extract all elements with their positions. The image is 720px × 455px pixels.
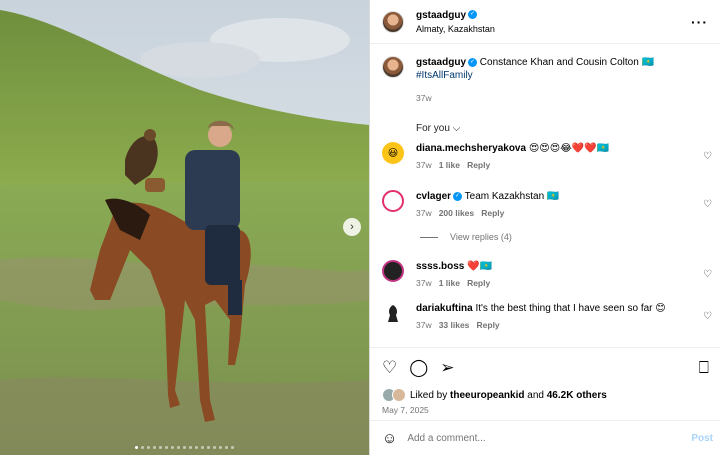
share-icon[interactable]: ➢ [440, 358, 454, 378]
like-comment-icon[interactable]: ♡ [703, 269, 712, 280]
post-location[interactable]: Almaty, Kazakhstan [416, 24, 495, 34]
comment-age: 37w [416, 278, 432, 288]
comment-input[interactable] [407, 432, 692, 444]
caption-avatar[interactable] [382, 56, 404, 78]
commenter-avatar[interactable]: 😃 [382, 142, 404, 164]
post-header: gstaadguy ✓ Almaty, Kazakhstan ··· [370, 0, 720, 44]
comment-likes[interactable]: 1 like [439, 160, 460, 170]
caption-username[interactable]: gstaadguy [416, 57, 466, 68]
like-comment-icon[interactable]: ♡ [703, 311, 712, 322]
comment-age: 37w [416, 208, 432, 218]
comment-item: dariakuftina It's the best thing that I … [370, 302, 720, 332]
comment-username[interactable]: cvlager [416, 191, 451, 202]
post-photo[interactable]: › [0, 0, 369, 455]
view-replies-label: View replies (4) [450, 232, 512, 242]
comment-text: ❤️🇰🇿 [467, 261, 493, 272]
caption-hashtag[interactable]: #ItsAllFamily [416, 69, 654, 82]
next-photo-button[interactable]: › [343, 218, 361, 236]
photo-image [0, 0, 369, 455]
post-date: May 7, 2025 [382, 405, 429, 415]
comment-item: cvlager ✓ Team Kazakhstan 🇰🇿 37w 200 like… [370, 190, 720, 220]
comment-age: 37w [416, 320, 432, 330]
verified-icon: ✓ [468, 10, 478, 20]
comment-text: Team Kazakhstan 🇰🇿 [464, 191, 560, 202]
reply-button[interactable]: Reply [467, 278, 490, 288]
comment-likes[interactable]: 1 like [439, 278, 460, 288]
comment-item: 😃 diana.mechsheryakova 😍😍😍😂❤️❤️🇰🇿 37w 1 … [370, 142, 720, 172]
sort-label: For you [416, 123, 450, 134]
carousel-dot [189, 446, 192, 449]
chevron-down-icon: ⌵ [452, 123, 461, 134]
verified-icon: ✓ [453, 191, 463, 201]
post-actions: ♡ ◯ ➢ ⎕ Liked by theeuropeankid and 46.2… [370, 347, 720, 415]
carousel-dot [213, 446, 216, 449]
comment-username[interactable]: diana.mechsheryakova [416, 143, 526, 154]
post-comment-button[interactable]: Post [691, 433, 713, 444]
like-icon[interactable]: ♡ [382, 358, 397, 378]
liked-by-user[interactable]: theeuropeankid [450, 390, 524, 401]
divider [420, 236, 438, 238]
bookmark-icon[interactable]: ⎕ [699, 358, 709, 378]
comment-text: It's the best thing that I have seen so … [475, 303, 666, 314]
view-replies-button[interactable]: View replies (4) [370, 232, 720, 242]
carousel-dot [159, 446, 162, 449]
comment-icon[interactable]: ◯ [409, 358, 428, 378]
comment-username[interactable]: dariakuftina [416, 303, 473, 314]
comment-sort-dropdown[interactable]: For you ⌵ [370, 105, 720, 140]
commenter-avatar[interactable] [382, 190, 404, 212]
carousel-dot [153, 446, 156, 449]
carousel-dot [219, 446, 222, 449]
carousel-dots [0, 446, 369, 449]
like-comment-icon[interactable]: ♡ [703, 151, 712, 162]
carousel-dot [183, 446, 186, 449]
author-avatar[interactable] [382, 10, 404, 33]
like-comment-icon[interactable]: ♡ [703, 199, 712, 210]
carousel-dot [141, 446, 144, 449]
likes-others[interactable]: 46.2K others [547, 390, 607, 401]
comment-username[interactable]: ssss.boss [416, 261, 464, 272]
comment-text: 😍😍😍😂❤️❤️🇰🇿 [528, 143, 610, 154]
comment-likes[interactable]: 200 likes [439, 208, 474, 218]
likes-summary: Liked by theeuropeankid and 46.2K others [382, 388, 709, 402]
comment-age: 37w [416, 160, 432, 170]
emoji-icon[interactable]: ☺ [382, 430, 397, 447]
carousel-dot [207, 446, 210, 449]
carousel-dot [171, 446, 174, 449]
comment-likes[interactable]: 33 likes [439, 320, 470, 330]
commenter-avatar[interactable] [382, 302, 404, 324]
reply-button[interactable]: Reply [481, 208, 504, 218]
carousel-dot [201, 446, 204, 449]
caption-text: Constance Khan and Cousin Colton 🇰🇿 [479, 57, 655, 68]
author-username[interactable]: gstaadguy [416, 10, 466, 21]
carousel-dot [147, 446, 150, 449]
add-comment-bar: ☺ Post [370, 420, 720, 455]
liker-avatar[interactable] [392, 388, 406, 402]
commenter-avatar[interactable] [382, 260, 404, 282]
carousel-dot [135, 446, 138, 449]
verified-icon: ✓ [468, 57, 478, 67]
comment-item: ssss.boss ❤️🇰🇿 37w 1 like Reply ♡ [370, 260, 720, 290]
reply-button[interactable]: Reply [477, 320, 500, 330]
more-options-icon[interactable]: ··· [691, 14, 708, 30]
carousel-dot [195, 446, 198, 449]
carousel-dot [177, 446, 180, 449]
post-side-panel: gstaadguy ✓ Almaty, Kazakhstan ··· gstaad… [369, 0, 720, 455]
reply-button[interactable]: Reply [467, 160, 490, 170]
post-caption: gstaadguy ✓ Constance Khan and Cousin Col… [370, 44, 720, 105]
carousel-dot [225, 446, 228, 449]
caption-age: 37w [416, 93, 432, 103]
carousel-dot [231, 446, 234, 449]
carousel-dot [165, 446, 168, 449]
